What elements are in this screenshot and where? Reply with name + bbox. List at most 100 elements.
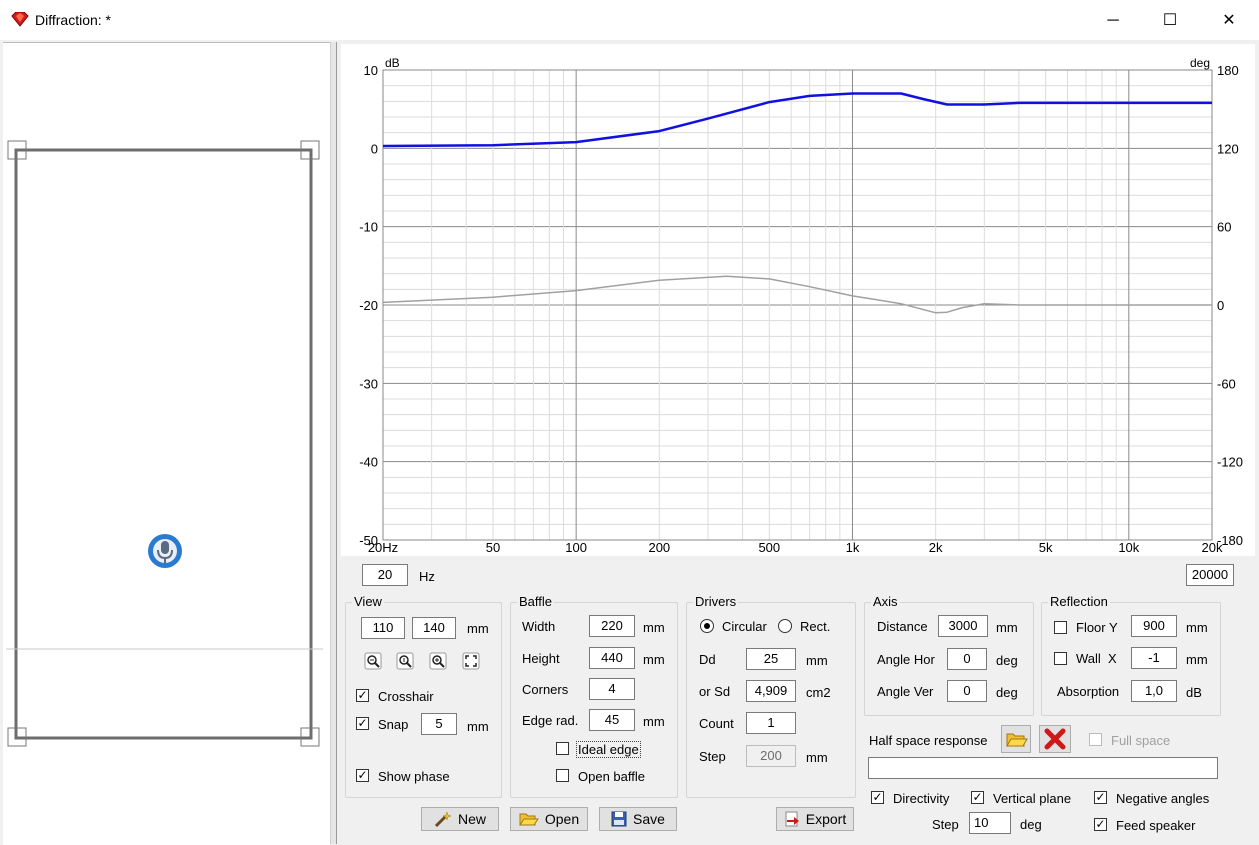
crosshair-label: Crosshair: [378, 689, 434, 704]
step-input[interactable]: 200: [746, 745, 796, 767]
zoom-in-icon[interactable]: [429, 652, 447, 670]
angle-ver-label: Angle Ver: [877, 684, 934, 699]
y-right-tick-label: 60: [1217, 220, 1231, 235]
corners-label: Corners: [522, 682, 569, 697]
sd-input[interactable]: 4,909: [746, 680, 796, 702]
show-phase-label: Show phase: [378, 769, 450, 784]
min-frequency-input[interactable]: 20: [362, 564, 408, 586]
export-button[interactable]: Export: [776, 807, 854, 831]
sd-unit: cm2: [806, 685, 831, 700]
height-label: Height: [522, 651, 560, 666]
floor-label: Floor Y: [1076, 620, 1118, 635]
snap-label: Snap: [378, 717, 409, 732]
y-left-tick-label: -20: [359, 298, 378, 313]
full-space-checkbox[interactable]: [1089, 733, 1102, 746]
x-tick-label: 1k: [846, 540, 860, 555]
fullscreen-icon[interactable]: [462, 652, 480, 670]
height-input[interactable]: 440: [589, 647, 635, 669]
minimize-button[interactable]: ─: [1090, 8, 1136, 34]
distance-unit: mm: [996, 620, 1018, 635]
vertical-plane-label: Vertical plane: [993, 791, 1072, 806]
circular-radio[interactable]: [700, 619, 714, 633]
y-left-tick-label: -30: [359, 376, 378, 391]
new-button[interactable]: New: [421, 807, 499, 831]
view-unit: mm: [467, 621, 489, 636]
y-left-axis-label: dB: [385, 56, 400, 70]
edge-radius-input[interactable]: 45: [589, 709, 635, 731]
open-button[interactable]: Open: [510, 807, 588, 831]
x-tick-label: 5k: [1039, 540, 1053, 555]
angle-hor-unit: deg: [996, 653, 1018, 668]
axis-group-label: Axis: [871, 594, 900, 609]
height-unit: mm: [643, 652, 665, 667]
options-step-label: Step: [932, 817, 959, 832]
zoom-out-icon[interactable]: [364, 652, 382, 670]
x-tick-label: 20k: [1202, 540, 1223, 555]
width-unit: mm: [643, 620, 665, 635]
snap-input[interactable]: 5: [421, 713, 457, 735]
floor-input[interactable]: 900: [1131, 615, 1177, 637]
view-width-input[interactable]: 110: [361, 617, 405, 639]
count-input[interactable]: 1: [746, 712, 796, 734]
show-phase-checkbox[interactable]: ✓: [356, 769, 369, 782]
baffle-outline: [14, 148, 313, 740]
full-space-label: Full space: [1111, 733, 1171, 748]
rect-radio[interactable]: [778, 619, 792, 633]
open-half-space-button[interactable]: [1001, 725, 1031, 753]
wall-input[interactable]: -1: [1131, 647, 1177, 669]
directivity-checkbox[interactable]: ✓: [871, 791, 884, 804]
export-button-label: Export: [805, 811, 847, 827]
directivity-label: Directivity: [893, 791, 950, 806]
half-space-label: Half space response: [869, 733, 988, 748]
circular-label: Circular: [722, 619, 767, 634]
negative-angles-checkbox[interactable]: ✓: [1094, 791, 1107, 804]
max-frequency-input[interactable]: 20000: [1186, 564, 1234, 586]
view-height-input[interactable]: 140: [412, 617, 456, 639]
open-baffle-checkbox[interactable]: [556, 769, 569, 782]
maximize-button[interactable]: ☐: [1147, 8, 1193, 34]
microphone-icon[interactable]: [146, 532, 184, 570]
half-space-path-input[interactable]: [868, 757, 1218, 779]
x-tick-label: 200: [648, 540, 670, 555]
distance-input[interactable]: 3000: [938, 615, 988, 637]
floor-checkbox[interactable]: [1054, 621, 1067, 634]
clear-half-space-button[interactable]: [1039, 725, 1071, 753]
y-left-tick-label: -10: [359, 220, 378, 235]
rect-label: Rect.: [800, 619, 831, 634]
dd-label: Dd: [699, 652, 716, 667]
dd-input[interactable]: 25: [746, 648, 796, 670]
angle-hor-label: Angle Hor: [877, 652, 935, 667]
y-right-tick-label: 180: [1217, 63, 1239, 78]
ideal-edge-checkbox[interactable]: [556, 742, 569, 755]
response-chart-svg: 100-10-20-30-40-50180120600-60-120-180dB…: [359, 56, 1243, 555]
feed-speaker-checkbox[interactable]: ✓: [1094, 818, 1107, 831]
y-right-axis-label: deg: [1190, 56, 1210, 70]
vertical-plane-checkbox[interactable]: ✓: [971, 791, 984, 804]
zoom-fit-icon[interactable]: [396, 652, 414, 670]
min-frequency-unit: Hz: [419, 569, 435, 584]
crosshair-checkbox[interactable]: ✓: [356, 689, 369, 702]
save-button[interactable]: Save: [599, 807, 677, 831]
absorption-input[interactable]: 1,0: [1131, 680, 1177, 702]
options-step-unit: deg: [1020, 817, 1042, 832]
gem-icon: [11, 12, 29, 27]
baffle-view-canvas[interactable]: [3, 42, 330, 845]
x-tick-label: 10k: [1118, 540, 1139, 555]
new-button-label: New: [457, 811, 486, 827]
window-title: Diffraction: *: [35, 12, 111, 28]
wall-checkbox[interactable]: [1054, 652, 1067, 665]
options-step-input[interactable]: 10: [969, 812, 1011, 834]
corners-input[interactable]: 4: [589, 678, 635, 700]
y-right-tick-label: -60: [1217, 376, 1236, 391]
export-icon: [785, 811, 799, 827]
angle-hor-input[interactable]: 0: [947, 648, 987, 670]
snap-checkbox[interactable]: ✓: [356, 717, 369, 730]
angle-ver-input[interactable]: 0: [947, 680, 987, 702]
disk-icon: [611, 811, 627, 827]
absorption-unit: dB: [1186, 685, 1202, 700]
width-input[interactable]: 220: [589, 615, 635, 637]
x-tick-label: 500: [758, 540, 780, 555]
drivers-group-label: Drivers: [693, 594, 739, 609]
distance-label: Distance: [877, 619, 928, 634]
close-button[interactable]: ✕: [1206, 8, 1252, 34]
